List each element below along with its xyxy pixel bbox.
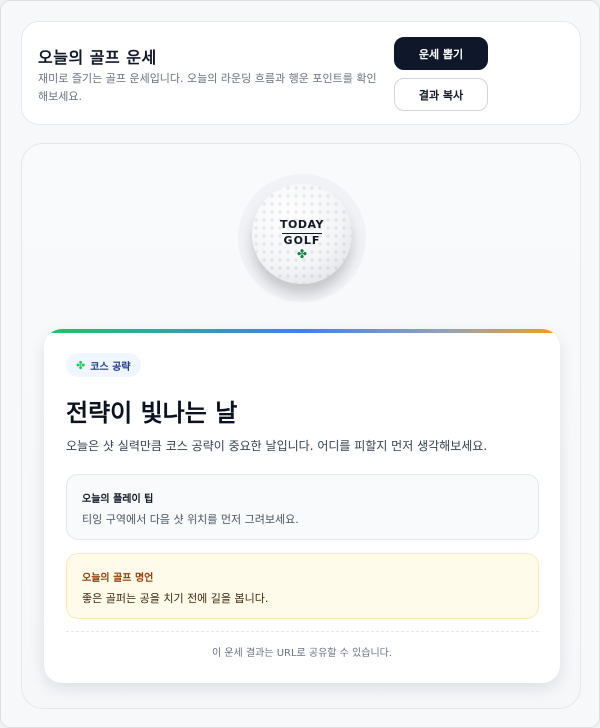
clover-icon: ✤ (76, 358, 86, 372)
copy-result-button[interactable]: 결과 복사 (394, 78, 488, 111)
divider (66, 631, 539, 632)
page-title: 오늘의 골프 운세 (38, 48, 157, 67)
fortune-title: 전략이 빛나는 날 (66, 399, 238, 427)
ball-text-golf: GOLF (283, 234, 321, 247)
ball-text-today: TODAY (280, 218, 324, 231)
app-frame: 오늘의 골프 운세 재미로 즐기는 골프 운세입니다. 오늘의 라운딩 흐름과 … (0, 0, 600, 728)
header-card: 오늘의 골프 운세 재미로 즐기는 골프 운세입니다. 오늘의 라운딩 흐름과 … (21, 21, 581, 125)
golf-ball-illustration: TODAY GOLF ✤ (238, 174, 366, 302)
play-tip-box: 오늘의 플레이 팁 티잉 구역에서 다음 샷 위치를 먼저 그려보세요. (66, 474, 539, 540)
play-tip-text: 티잉 구역에서 다음 샷 위치를 먼저 그려보세요. (82, 513, 299, 526)
result-accent-bar (44, 329, 560, 333)
fortune-card: TODAY GOLF ✤ ✤ 코스 공략 전략이 빛나는 날 오늘은 샷 실력만… (21, 143, 581, 709)
golf-quote-label: 오늘의 골프 명언 (82, 573, 154, 584)
page-description: 재미로 즐기는 골프 운세입니다. 오늘의 라운딩 흐름과 행운 포인트를 확인… (38, 72, 377, 103)
draw-fortune-button[interactable]: 운세 뽑기 (394, 37, 488, 70)
fortune-description: 오늘은 샷 실력만큼 코스 공략이 중요한 날입니다. 어디를 피할지 먼저 생… (66, 439, 488, 453)
golf-quote-box: 오늘의 골프 명언 좋은 골퍼는 공을 치기 전에 길을 봅니다. (66, 553, 539, 619)
category-badge: ✤ 코스 공략 (66, 353, 141, 377)
golf-ball-icon: TODAY GOLF ✤ (252, 184, 352, 284)
golf-quote-text: 좋은 골퍼는 공을 치기 전에 길을 봅니다. (82, 592, 269, 605)
category-badge-label: 코스 공략 (90, 361, 131, 373)
result-card: ✤ 코스 공략 전략이 빛나는 날 오늘은 샷 실력만큼 코스 공략이 중요한 … (44, 329, 560, 683)
play-tip-label: 오늘의 플레이 팁 (82, 494, 154, 505)
share-note: 이 운세 결과는 URL로 공유할 수 있습니다. (211, 648, 393, 659)
clover-icon: ✤ (296, 247, 308, 261)
